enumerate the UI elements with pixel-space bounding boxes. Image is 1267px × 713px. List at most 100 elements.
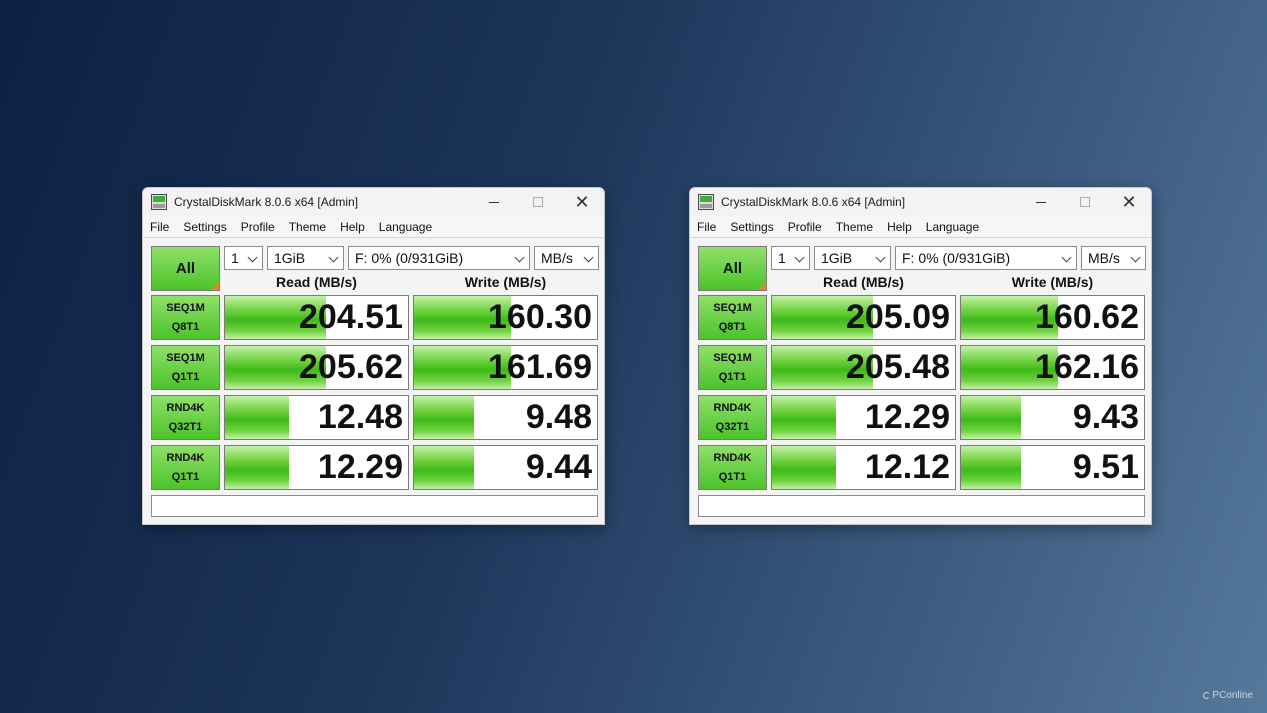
menu-settings[interactable]: Settings	[182, 220, 227, 234]
read-result-cell: 12.29	[771, 395, 956, 440]
read-speed-bar	[225, 446, 290, 489]
read-speed-value: 12.29	[317, 448, 403, 486]
write-speed-value: 161.69	[488, 348, 592, 386]
unit-select[interactable]: MB/s	[534, 246, 599, 270]
menu-help[interactable]: Help	[886, 220, 913, 234]
close-button[interactable]: ✕	[560, 188, 604, 216]
read-speed-value: 205.62	[299, 348, 403, 386]
count-select[interactable]: 1	[224, 246, 263, 270]
minimize-button[interactable]	[1019, 188, 1063, 216]
test-name: RND4K	[713, 451, 752, 464]
minimize-icon	[1036, 201, 1046, 203]
comment-field[interactable]	[698, 495, 1145, 517]
menu-profile[interactable]: Profile	[787, 220, 823, 234]
write-speed-value: 9.44	[525, 448, 592, 486]
size-select[interactable]: 1GiB	[814, 246, 891, 270]
test-name: SEQ1M	[166, 301, 205, 314]
crystaldiskmark-app-icon	[698, 194, 714, 210]
chevron-down-icon	[1130, 252, 1141, 263]
write-result-cell: 9.48	[413, 395, 598, 440]
comment-field[interactable]	[151, 495, 598, 517]
test-button-seq1m-q1t1[interactable]: SEQ1M Q1T1	[698, 345, 767, 390]
read-speed-bar	[772, 396, 837, 439]
pconline-logo-icon	[1203, 692, 1211, 699]
write-speed-value: 162.16	[1035, 348, 1139, 386]
write-speed-value: 9.48	[525, 398, 592, 436]
test-name: RND4K	[166, 451, 205, 464]
count-select-value: 1	[231, 250, 239, 266]
test-params: Q1T1	[718, 470, 747, 483]
write-result-cell: 161.69	[413, 345, 598, 390]
menu-bar: File Settings Profile Theme Help Language	[143, 216, 604, 238]
watermark-text: PConline	[1212, 690, 1253, 701]
test-params: Q1T1	[718, 370, 747, 383]
read-column-header: Read (MB/s)	[276, 274, 357, 290]
read-speed-value: 12.29	[864, 398, 950, 436]
drive-select[interactable]: F: 0% (0/931GiB)	[348, 246, 530, 270]
run-all-button[interactable]: All	[698, 246, 767, 291]
menu-file[interactable]: File	[696, 220, 717, 234]
menu-language[interactable]: Language	[378, 220, 433, 234]
close-button[interactable]: ✕	[1107, 188, 1151, 216]
test-button-rnd4k-q32t1[interactable]: RND4K Q32T1	[151, 395, 220, 440]
test-name: RND4K	[166, 401, 205, 414]
window-title: CrystalDiskMark 8.0.6 x64 [Admin]	[174, 195, 359, 209]
test-button-rnd4k-q1t1[interactable]: RND4K Q1T1	[151, 445, 220, 490]
menu-profile[interactable]: Profile	[240, 220, 276, 234]
read-speed-value: 204.51	[299, 298, 403, 336]
write-speed-value: 9.43	[1072, 398, 1139, 436]
write-column-header: Write (MB/s)	[464, 274, 547, 290]
chevron-down-icon	[794, 252, 805, 263]
title-bar[interactable]: CrystalDiskMark 8.0.6 x64 [Admin] ✕	[143, 188, 604, 216]
test-button-rnd4k-q32t1[interactable]: RND4K Q32T1	[698, 395, 767, 440]
unit-select[interactable]: MB/s	[1081, 246, 1146, 270]
test-params: Q1T1	[171, 470, 200, 483]
chevron-down-icon	[328, 252, 339, 263]
write-speed-bar	[961, 396, 1022, 439]
read-column-header: Read (MB/s)	[823, 274, 904, 290]
run-all-button[interactable]: All	[151, 246, 220, 291]
read-speed-value: 12.48	[317, 398, 403, 436]
menu-file[interactable]: File	[149, 220, 170, 234]
benchmark-panel: All 1 1GiB F: 0% (0/931GiB) MB/s Read (M…	[690, 238, 1151, 525]
test-button-seq1m-q8t1[interactable]: SEQ1M Q8T1	[698, 295, 767, 340]
crystaldiskmark-window: CrystalDiskMark 8.0.6 x64 [Admin] ✕ File…	[689, 187, 1152, 525]
chevron-down-icon	[514, 252, 525, 263]
test-button-seq1m-q8t1[interactable]: SEQ1M Q8T1	[151, 295, 220, 340]
menu-theme[interactable]: Theme	[288, 220, 327, 234]
chevron-down-icon	[1061, 252, 1072, 263]
write-speed-bar	[961, 446, 1022, 489]
menu-theme[interactable]: Theme	[835, 220, 874, 234]
write-speed-bar	[414, 446, 475, 489]
test-name: SEQ1M	[713, 301, 752, 314]
write-speed-value: 160.62	[1035, 298, 1139, 336]
test-name: SEQ1M	[713, 351, 752, 364]
chevron-down-icon	[875, 252, 886, 263]
write-result-cell: 9.43	[960, 395, 1145, 440]
minimize-button[interactable]	[472, 188, 516, 216]
write-speed-value: 160.30	[488, 298, 592, 336]
maximize-button[interactable]	[516, 188, 560, 216]
menu-language[interactable]: Language	[925, 220, 980, 234]
write-speed-value: 9.51	[1072, 448, 1139, 486]
maximize-icon	[533, 197, 543, 207]
maximize-button[interactable]	[1063, 188, 1107, 216]
unit-select-value: MB/s	[1088, 250, 1120, 266]
test-name: RND4K	[713, 401, 752, 414]
minimize-icon	[489, 201, 499, 203]
count-select[interactable]: 1	[771, 246, 810, 270]
drive-select[interactable]: F: 0% (0/931GiB)	[895, 246, 1077, 270]
test-button-seq1m-q1t1[interactable]: SEQ1M Q1T1	[151, 345, 220, 390]
menu-settings[interactable]: Settings	[729, 220, 774, 234]
size-select[interactable]: 1GiB	[267, 246, 344, 270]
read-speed-value: 205.09	[846, 298, 950, 336]
title-bar[interactable]: CrystalDiskMark 8.0.6 x64 [Admin] ✕	[690, 188, 1151, 216]
read-speed-bar	[225, 396, 290, 439]
test-params: Q1T1	[171, 370, 200, 383]
test-button-rnd4k-q1t1[interactable]: RND4K Q1T1	[698, 445, 767, 490]
count-select-value: 1	[778, 250, 786, 266]
write-speed-bar	[414, 396, 475, 439]
drive-select-value: F: 0% (0/931GiB)	[355, 250, 464, 266]
menu-help[interactable]: Help	[339, 220, 366, 234]
test-params: Q32T1	[168, 420, 203, 433]
